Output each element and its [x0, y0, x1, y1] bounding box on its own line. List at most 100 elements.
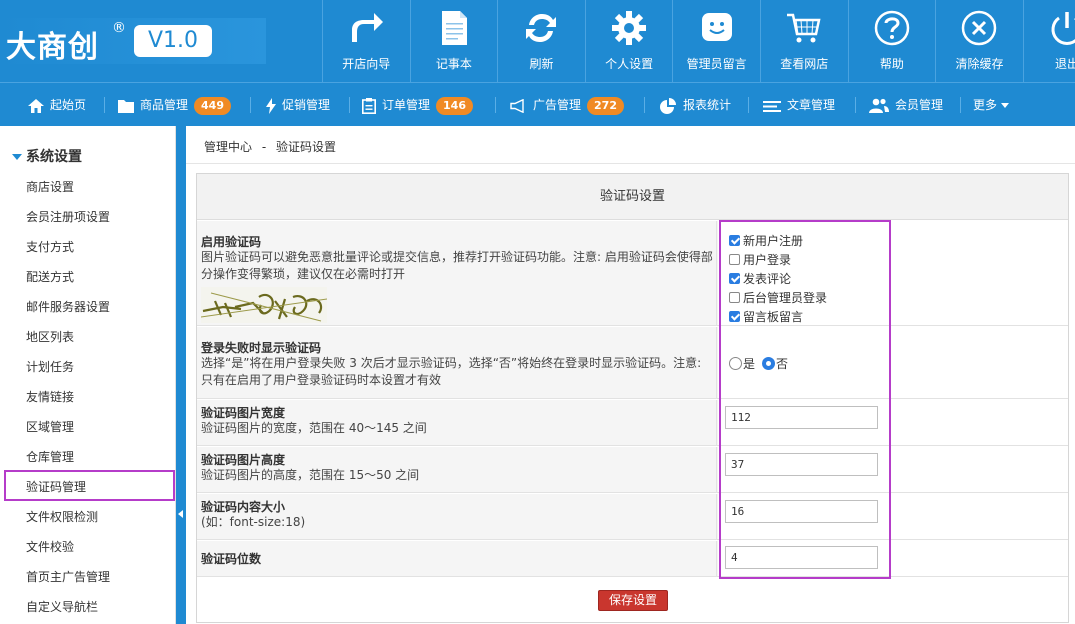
top-item-refresh[interactable]: 刷新	[497, 0, 585, 82]
nav-divider	[644, 97, 645, 113]
breadcrumb-current: 验证码设置	[276, 140, 337, 154]
sidebar-item-warehouse[interactable]: 仓库管理	[26, 448, 74, 465]
sidebar-item-areas[interactable]: 区域管理	[26, 418, 74, 435]
logo-registered-mark: ®	[112, 20, 126, 36]
list-icon	[763, 100, 781, 112]
sidebar-item-cron[interactable]: 计划任务	[26, 358, 74, 375]
smiley-chat-icon	[701, 13, 732, 41]
sidebar-item-shop-settings[interactable]: 商店设置	[26, 178, 74, 195]
nav-item-label: 广告管理	[533, 98, 582, 112]
question-icon	[874, 10, 910, 46]
settings-row-digits: 验证码位数 4	[197, 541, 1068, 577]
sidebar-item-friend-links[interactable]: 友情链接	[26, 388, 74, 405]
sidebar-item-regions[interactable]: 地区列表	[26, 328, 74, 345]
nav-item-members[interactable]: 会员管理	[869, 83, 943, 127]
home-icon	[28, 98, 44, 113]
top-header: 大商创 ® V1.0 开店向导 记事本 刷新 个人设置 管理员留言 查看网店 帮…	[0, 0, 1075, 82]
save-settings-button[interactable]: 保存设置	[598, 590, 668, 611]
sidebar-item-payment[interactable]: 支付方式	[26, 238, 74, 255]
breadcrumb-root[interactable]: 管理中心	[204, 140, 252, 154]
top-nav: 开店向导 记事本 刷新 个人设置 管理员留言 查看网店 帮助 清除缓存 退出	[322, 0, 1075, 82]
nav-item-label: 文章管理	[787, 98, 836, 112]
nav-divider	[104, 97, 105, 113]
top-item-label: 清除缓存	[955, 57, 1004, 71]
nav-divider	[349, 97, 350, 113]
caret-down-icon	[12, 154, 22, 160]
caret-down-icon	[1001, 103, 1010, 108]
pie-chart-icon	[660, 97, 676, 114]
options-highlight-box	[719, 220, 891, 579]
nav-item-orders[interactable]: 订单管理 146	[362, 83, 473, 127]
row-label: 验证码图片高度	[201, 453, 286, 467]
panel-title: 验证码设置	[197, 174, 1068, 220]
megaphone-icon	[510, 98, 524, 113]
nav-divider	[748, 97, 749, 113]
sidebar-item-mail-server[interactable]: 邮件服务器设置	[26, 298, 110, 315]
sidebar-section-system-settings[interactable]: 系统设置	[12, 146, 82, 166]
close-circle-icon	[962, 10, 997, 46]
top-item-label: 个人设置	[605, 57, 654, 71]
refresh-icon	[526, 14, 557, 42]
top-item-admin-messages[interactable]: 管理员留言	[672, 0, 760, 82]
top-item-personal-settings[interactable]: 个人设置	[584, 0, 673, 82]
nav-item-label: 商品管理	[140, 98, 189, 112]
row-label-cell: 验证码位数	[197, 541, 717, 576]
top-item-shop-guide[interactable]: 开店向导	[322, 0, 410, 82]
top-item-help[interactable]: 帮助	[847, 0, 936, 82]
folder-icon	[118, 99, 134, 113]
users-icon	[869, 98, 889, 113]
top-item-label: 帮助	[879, 57, 904, 71]
top-item-label: 退出	[1055, 57, 1075, 71]
version-badge: V1.0	[134, 25, 212, 57]
settings-row-height: 验证码图片高度 验证码图片的高度，范围在 15～50 之间 37	[197, 447, 1068, 493]
nav-item-label: 促销管理	[282, 98, 331, 112]
logo-text: 大商创	[6, 30, 99, 65]
nav-item-articles[interactable]: 文章管理	[763, 83, 835, 127]
nav-item-label: 会员管理	[895, 98, 944, 112]
nav-divider	[250, 97, 251, 113]
row-label-cell: 验证码图片高度 验证码图片的高度，范围在 15～50 之间	[197, 447, 717, 492]
sidebar-item-home-ads[interactable]: 首页主广告管理	[26, 568, 110, 585]
row-description: (如：font-size:18)	[201, 515, 306, 529]
nav-divider	[495, 97, 496, 113]
top-item-clear-cache[interactable]: 清除缓存	[935, 0, 1023, 82]
sidebar-item-member-registration[interactable]: 会员注册项设置	[26, 208, 110, 225]
row-label: 登录失败时显示验证码	[201, 341, 322, 355]
nav-item-home[interactable]: 起始页	[28, 83, 86, 127]
breadcrumb: 管理中心 - 验证码设置	[204, 138, 336, 155]
clipboard-icon	[362, 97, 376, 114]
bolt-icon	[266, 97, 276, 114]
top-item-view-store[interactable]: 查看网店	[759, 0, 848, 82]
nav-item-ads[interactable]: 广告管理 272	[510, 83, 624, 127]
nav-item-more[interactable]: 更多	[973, 83, 1010, 127]
nav-item-reports[interactable]: 报表统计	[659, 83, 731, 127]
sidebar-item-file-permissions[interactable]: 文件权限检测	[26, 508, 98, 525]
nav-item-promotion[interactable]: 促销管理	[266, 83, 330, 127]
sidebar-active-highlight	[4, 470, 175, 501]
count-badge: 146	[436, 96, 473, 115]
sidebar: 系统设置 商店设置 会员注册项设置 支付方式 配送方式 邮件服务器设置 地区列表…	[0, 126, 176, 624]
row-description: 验证码图片的宽度，范围在 40～145 之间	[201, 421, 427, 435]
sidebar-item-custom-nav[interactable]: 自定义导航栏	[26, 598, 98, 615]
sidebar-item-shipping[interactable]: 配送方式	[26, 268, 74, 285]
cart-icon	[787, 13, 821, 43]
row-label: 启用验证码	[201, 235, 262, 249]
top-item-logout[interactable]: 退出	[1022, 0, 1075, 82]
collapse-left-icon[interactable]	[178, 510, 183, 518]
top-item-label: 查看网店	[780, 57, 829, 71]
row-description: 选择“是”将在用户登录失败 3 次后才显示验证码，选择“否”将始终在登录时显示验…	[201, 356, 702, 387]
row-label: 验证码图片宽度	[201, 406, 286, 420]
sidebar-section-label: 系统设置	[26, 149, 82, 165]
row-label-cell: 登录失败时显示验证码 选择“是”将在用户登录失败 3 次后才显示验证码，选择“否…	[197, 327, 717, 398]
sidebar-item-file-check[interactable]: 文件校验	[26, 538, 74, 555]
logo: 大商创 ® V1.0	[0, 18, 266, 65]
nav-item-goods[interactable]: 商品管理 449	[118, 83, 231, 127]
nav-divider	[960, 97, 961, 113]
settings-row-width: 验证码图片宽度 验证码图片的宽度，范围在 40～145 之间 112	[197, 400, 1068, 446]
share-arrow-icon	[352, 13, 384, 42]
captcha-settings-panel: 验证码设置 启用验证码 图片验证码可以避免恶意批量评论或提交信息，推荐打开验证码…	[196, 173, 1069, 623]
gear-icon	[612, 11, 647, 45]
row-description: 验证码图片的高度，范围在 15～50 之间	[201, 468, 420, 482]
top-item-notepad[interactable]: 记事本	[409, 0, 498, 82]
sidebar-collapse-bar[interactable]	[176, 126, 186, 624]
